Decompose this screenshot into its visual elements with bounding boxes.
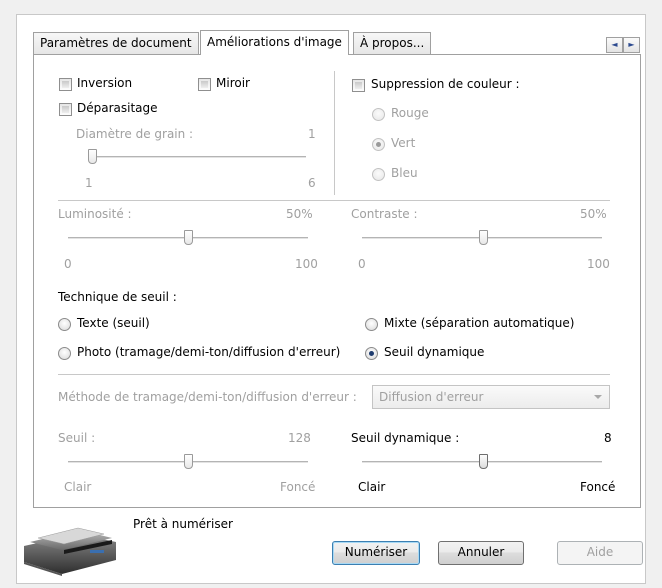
chevron-down-icon <box>594 395 602 399</box>
radio-green[interactable] <box>372 138 385 151</box>
dynamic-threshold-max-label: Foncé <box>580 480 616 494</box>
radio-mixed-label: Mixte (séparation automatique) <box>384 316 575 330</box>
contrast-label: Contraste : <box>351 207 418 221</box>
luminosity-label: Luminosité : <box>58 207 132 221</box>
help-button[interactable]: Aide <box>557 541 643 565</box>
dither-method-label: Méthode de tramage/demi-ton/diffusion d'… <box>58 390 357 404</box>
radio-red[interactable] <box>372 108 385 121</box>
dither-method-select[interactable]: Diffusion d'erreur <box>372 385 610 409</box>
dither-method-value: Diffusion d'erreur <box>379 390 484 404</box>
grain-diameter-value: 1 <box>308 127 316 141</box>
luminosity-slider-thumb[interactable] <box>184 230 193 245</box>
tab-scroll-left-button[interactable]: ◄ <box>606 37 623 53</box>
miroir-label: Miroir <box>216 76 250 90</box>
vertical-divider <box>334 71 335 195</box>
color-suppression-checkbox[interactable] <box>352 79 365 92</box>
deparasitage-label: Déparasitage <box>77 101 158 115</box>
inversion-label: Inversion <box>77 76 133 90</box>
threshold-max-label: Foncé <box>280 480 316 494</box>
contrast-max-label: 100 <box>587 257 610 271</box>
tab-about[interactable]: À propos... <box>353 32 432 54</box>
threshold-min-label: Clair <box>64 480 92 494</box>
dynamic-threshold-value: 8 <box>604 431 612 445</box>
color-suppression-label: Suppression de couleur : <box>371 77 520 91</box>
scanner-icon <box>20 520 120 579</box>
radio-text-threshold-label: Texte (seuil) <box>77 316 150 330</box>
status-text: Prêt à numériser <box>133 517 233 531</box>
inversion-checkbox[interactable] <box>59 78 72 91</box>
grain-min-label: 1 <box>85 176 93 190</box>
radio-photo[interactable] <box>58 347 71 360</box>
grain-max-label: 6 <box>308 176 316 190</box>
grain-diameter-label: Diamètre de grain : <box>76 127 194 141</box>
dynamic-threshold-slider-thumb[interactable] <box>479 454 488 469</box>
section-divider-2 <box>58 374 610 375</box>
tab-image-enhancements[interactable]: Améliorations d'image <box>200 30 349 55</box>
radio-red-label: Rouge <box>391 106 429 120</box>
scan-button[interactable]: Numériser <box>332 541 420 565</box>
miroir-checkbox[interactable] <box>198 78 211 91</box>
radio-text-threshold[interactable] <box>58 318 71 331</box>
arrow-right-icon: ► <box>628 40 635 49</box>
grain-slider-track[interactable] <box>88 156 306 159</box>
grain-slider-thumb[interactable] <box>88 149 97 164</box>
radio-mixed[interactable] <box>365 318 378 331</box>
radio-blue-label: Bleu <box>391 166 418 180</box>
radio-dynamic-threshold[interactable] <box>365 347 378 360</box>
radio-photo-label: Photo (tramage/demi-ton/diffusion d'erre… <box>77 345 341 359</box>
threshold-slider-thumb[interactable] <box>184 454 193 469</box>
radio-dynamic-threshold-label: Seuil dynamique <box>384 345 485 359</box>
radio-blue[interactable] <box>372 168 385 181</box>
contrast-slider-thumb[interactable] <box>479 230 488 245</box>
deparasitage-checkbox[interactable] <box>59 103 72 116</box>
radio-green-label: Vert <box>391 136 416 150</box>
threshold-technique-label: Technique de seuil : <box>58 290 177 304</box>
contrast-value: 50% <box>580 207 607 221</box>
luminosity-max-label: 100 <box>295 257 318 271</box>
threshold-value: 128 <box>288 431 311 445</box>
section-divider-1 <box>58 200 610 201</box>
luminosity-value: 50% <box>286 207 313 221</box>
threshold-label: Seuil : <box>58 431 96 445</box>
contrast-min-label: 0 <box>358 257 366 271</box>
tab-document-settings[interactable]: Paramètres de document <box>33 32 199 54</box>
dynamic-threshold-min-label: Clair <box>358 480 386 494</box>
arrow-left-icon: ◄ <box>611 40 618 49</box>
image-enhancements-panel: Inversion Miroir Déparasitage Diamètre d… <box>33 54 641 508</box>
luminosity-min-label: 0 <box>64 257 72 271</box>
tab-scroll-right-button[interactable]: ► <box>623 37 640 53</box>
cancel-button[interactable]: Annuler <box>438 541 524 565</box>
dynamic-threshold-label: Seuil dynamique : <box>351 431 460 445</box>
